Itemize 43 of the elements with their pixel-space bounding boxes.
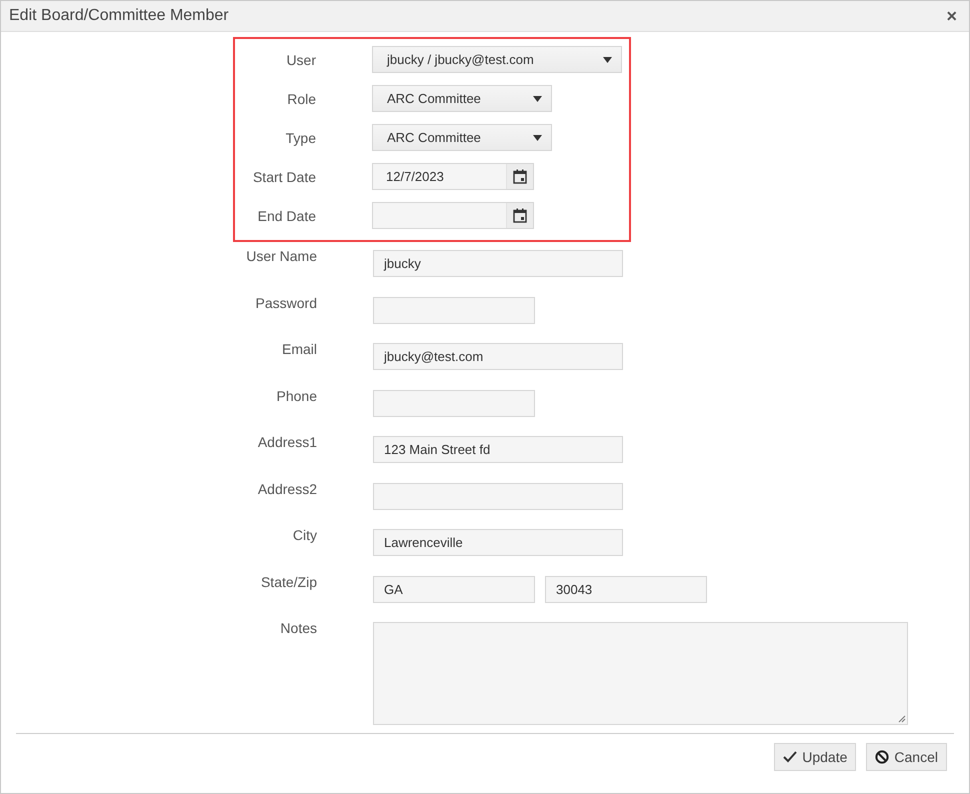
text-field[interactable] [373, 296, 535, 324]
text-field[interactable]: 123 Main Street fd [373, 436, 623, 463]
text-field[interactable]: Lawrenceville [373, 529, 623, 556]
field-label: Email [280, 341, 317, 359]
dropdown[interactable]: ARC Committee [372, 85, 552, 112]
text-field[interactable]: jbucky [373, 250, 623, 277]
text-field[interactable] [373, 482, 623, 510]
field-label: Notes [279, 620, 317, 638]
date-field[interactable] [372, 202, 534, 229]
calendar-icon [513, 208, 527, 223]
field-label: Address2 [256, 480, 317, 498]
text-field[interactable]: jbucky@test.com [373, 343, 623, 370]
field-label: Phone [276, 388, 317, 406]
notes-field[interactable] [373, 622, 908, 725]
close-button[interactable]: × [942, 6, 961, 26]
text-field[interactable]: GA [373, 576, 535, 602]
dropdown[interactable]: jbucky / jbucky@test.com [372, 46, 622, 73]
field-label: End Date [256, 208, 316, 224]
resize-grip-icon [898, 715, 906, 723]
calendar-icon [513, 169, 527, 184]
caret-icon [533, 134, 542, 140]
calendar-button[interactable] [506, 203, 533, 228]
caret-icon [603, 56, 612, 62]
field-label: City [292, 527, 317, 545]
field-label: Address1 [256, 434, 317, 452]
check-icon [783, 751, 798, 763]
calendar-button[interactable] [506, 164, 533, 189]
dialog-title: Edit Board/Committee Member [9, 7, 229, 25]
text-field[interactable]: 30043 [545, 576, 707, 602]
field-label: User [285, 52, 316, 68]
cancel-button[interactable]: Cancel [866, 743, 947, 771]
field-label: Role [286, 90, 316, 106]
field-label: User Name [245, 248, 317, 266]
text-field[interactable] [373, 390, 535, 416]
field-label: State/Zip [260, 574, 317, 592]
caret-icon [533, 96, 542, 102]
field-label: Password [254, 294, 317, 312]
field-label: Start Date [252, 168, 316, 184]
field-label: Type [284, 130, 316, 146]
dropdown[interactable]: ARC Committee [372, 124, 552, 151]
prohibited-icon [875, 750, 890, 764]
date-field[interactable]: 12/7/2023 [372, 163, 534, 190]
update-button[interactable]: Update [774, 743, 856, 771]
